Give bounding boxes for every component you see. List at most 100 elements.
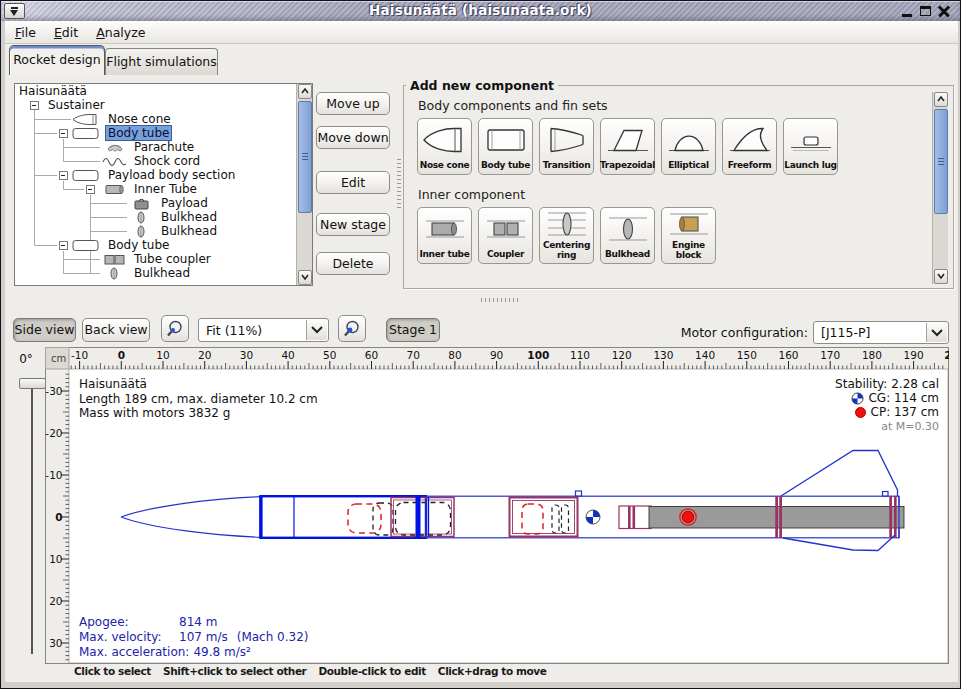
tree-item-shock-cord[interactable]: Shock cord <box>15 154 297 168</box>
tree-scrollbar-thumb[interactable] <box>298 101 312 213</box>
bulkhead-sm-icon <box>101 267 129 280</box>
tree-scrollbar[interactable] <box>296 84 312 285</box>
tree-item-bulkhead[interactable]: Bulkhead <box>15 224 297 238</box>
tree-item-body-tube[interactable]: Body tube <box>15 126 297 140</box>
zoom-level-combo[interactable]: Fit (11%) <box>198 318 329 342</box>
chevron-down-icon[interactable] <box>306 320 327 340</box>
maximize-button[interactable] <box>917 1 934 21</box>
tree-item-haisun-t-[interactable]: Haisunäätä <box>15 84 297 98</box>
component-button-launch-lug[interactable]: Launch lug <box>783 118 838 175</box>
move-down-button[interactable]: Move down <box>316 126 390 149</box>
component-tree-panel: HaisunäätäSustainerNose coneBody tubePar… <box>14 83 313 286</box>
side-view-button[interactable]: Side view <box>13 318 76 342</box>
flight-stat-value: 107 m/s <box>179 630 228 644</box>
expand-collapse-box[interactable] <box>30 101 39 110</box>
tree-item-inner-tube[interactable]: Inner Tube <box>15 182 297 196</box>
tab-rocket-design[interactable]: Rocket design <box>9 45 105 75</box>
tree-item-label: Shock cord <box>132 154 202 168</box>
component-button-inner-tube[interactable]: Inner tube <box>417 207 472 264</box>
menu-analyze[interactable]: Analyze <box>87 22 154 40</box>
delete-button[interactable]: Delete <box>316 252 390 275</box>
scroll-up-button[interactable] <box>934 92 948 107</box>
component-button-body-tube[interactable]: Body tube <box>478 118 533 175</box>
transition-icon <box>544 119 590 160</box>
tab-flight-simulations[interactable]: Flight simulations <box>105 48 218 75</box>
nose-cone-sm-icon <box>72 113 100 126</box>
svg-text:-10: -10 <box>45 469 62 481</box>
expand-collapse-box[interactable] <box>86 185 95 194</box>
expand-collapse-box[interactable] <box>59 171 68 180</box>
move-up-button[interactable]: Move up <box>316 92 390 115</box>
component-button-freeform[interactable]: Freeform <box>722 118 777 175</box>
scroll-down-button[interactable] <box>934 269 948 284</box>
expand-collapse-box[interactable] <box>59 129 68 138</box>
rotation-slider-thumb[interactable] <box>19 378 46 389</box>
component-button-transition[interactable]: Transition <box>539 118 594 175</box>
palette-scrollbar[interactable] <box>932 92 948 284</box>
stability-value: Stability: 2.28 cal <box>835 377 939 391</box>
section-label: Body components and fin sets <box>418 98 953 113</box>
tree-item-payload[interactable]: Payload <box>15 196 297 210</box>
svg-text:-10: -10 <box>71 349 88 361</box>
inner-tube-icon <box>422 208 468 249</box>
component-button-bulkhead[interactable]: Bulkhead <box>600 207 655 264</box>
svg-text:10: 10 <box>156 349 169 361</box>
motor-configuration-combo[interactable]: [J115-P] <box>813 321 949 344</box>
menu-file[interactable]: File <box>6 22 45 40</box>
svg-text:110: 110 <box>570 349 590 361</box>
tree-item-label: Bulkhead <box>159 210 219 224</box>
svg-text:200: 200 <box>944 349 949 361</box>
scroll-up-button[interactable] <box>298 84 312 99</box>
cg-icon <box>851 392 864 405</box>
tree-item-label: Payload body section <box>106 168 237 182</box>
component-button-elliptical[interactable]: Elliptical <box>661 118 716 175</box>
minimize-button[interactable] <box>899 1 916 21</box>
component-button-trapezoidal[interactable]: Trapezoidal <box>600 118 655 175</box>
svg-text:150: 150 <box>737 349 757 361</box>
tree-item-bulkhead[interactable]: Bulkhead <box>15 266 297 280</box>
back-view-button[interactable]: Back view <box>82 318 150 342</box>
svg-text:20: 20 <box>198 349 211 361</box>
titlebar[interactable]: Haisunäätä (haisunaata.ork) <box>1 1 960 21</box>
component-button-nose-cone[interactable]: Nose cone <box>417 118 472 175</box>
zoom-out-button[interactable] <box>161 315 189 342</box>
tree-item-sustainer[interactable]: Sustainer <box>15 98 297 112</box>
edit-button[interactable]: Edit <box>316 171 390 194</box>
tree-item-tube-coupler[interactable]: Tube coupler <box>15 252 297 266</box>
new-stage-button[interactable]: New stage <box>316 213 390 236</box>
stage-1-button[interactable]: Stage 1 <box>386 318 440 342</box>
tree-item-parachute[interactable]: Parachute <box>15 140 297 154</box>
tree-item-label: Inner Tube <box>132 182 199 196</box>
component-button-coupler[interactable]: Coupler <box>478 207 533 264</box>
svg-text:160: 160 <box>778 349 798 361</box>
rotation-slider-track[interactable] <box>31 389 33 654</box>
trapezoidal-icon <box>605 119 651 160</box>
tree-item-body-tube[interactable]: Body tube <box>15 238 297 252</box>
add-component-groupbox: Body components and fin sets Nose coneBod… <box>403 85 954 289</box>
svg-text:-20: -20 <box>45 427 62 439</box>
palette-scrollbar-thumb[interactable] <box>934 109 948 214</box>
tree-item-label: Nose cone <box>106 112 173 126</box>
expand-collapse-box[interactable] <box>59 241 68 250</box>
zoom-in-button[interactable] <box>338 315 366 342</box>
section-label: Inner component <box>418 187 953 202</box>
bulkhead-sm-icon <box>128 225 156 238</box>
component-button-engine-block[interactable]: Engine block <box>661 207 716 264</box>
tree-item-nose-cone[interactable]: Nose cone <box>15 112 297 126</box>
window-menu-icon[interactable] <box>4 3 25 19</box>
component-button-centering-ring[interactable]: Centering ring <box>539 207 594 264</box>
tree-item-payload-body-section[interactable]: Payload body section <box>15 168 297 182</box>
vertical-splitter[interactable] <box>397 159 401 209</box>
svg-text:70: 70 <box>407 349 420 361</box>
menu-edit[interactable]: Edit <box>45 22 87 40</box>
flight-stat-row: Max. velocity:107 m/s(Mach 0.32) <box>79 630 309 645</box>
close-button[interactable] <box>936 1 953 21</box>
body-tube-icon <box>483 119 529 160</box>
tree-item-bulkhead[interactable]: Bulkhead <box>15 210 297 224</box>
vertical-ruler: -30-20-100102030 <box>45 374 69 660</box>
svg-text:50: 50 <box>323 349 336 361</box>
scroll-down-button[interactable] <box>298 270 312 285</box>
chevron-down-icon[interactable] <box>926 323 947 342</box>
component-button-label: Inner tube <box>419 249 469 263</box>
horizontal-splitter[interactable] <box>481 298 521 302</box>
